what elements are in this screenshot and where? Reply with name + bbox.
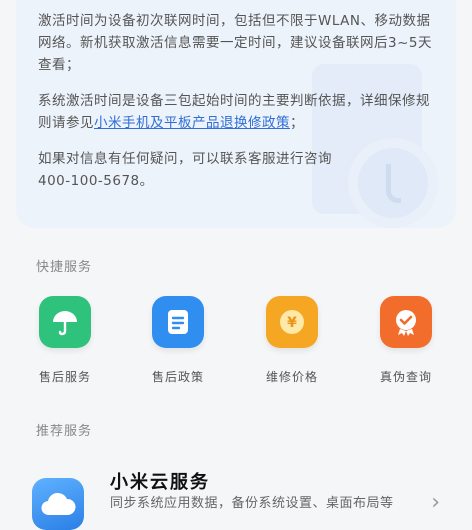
quick-services-row: 售后服务 售后政策 ¥ 维修价格 真伪查询 (0, 296, 472, 386)
svg-text:¥: ¥ (287, 315, 297, 331)
return-policy-link[interactable]: 小米手机及平板产品退换修政策 (94, 115, 290, 131)
document-icon (152, 296, 204, 348)
xiaomi-cloud-item[interactable]: 小米云服务 同步系统应用数据，备份系统设置、桌面布局等 › (16, 450, 456, 530)
xiaomi-cloud-title: 小米云服务 (110, 472, 210, 493)
recommended-services-title: 推荐服务 (36, 424, 93, 439)
after-sales-policy-label: 售后政策 (151, 370, 204, 384)
repair-price-label: 维修价格 (265, 370, 318, 384)
xiaomi-cloud-description: 同步系统应用数据，备份系统设置、桌面布局等 (110, 496, 394, 511)
activation-info-text: 激活时间为设备初次联网时间，包括但不限于WLAN、移动数据网络。新机获取激活信息… (38, 13, 432, 73)
umbrella-icon (39, 296, 91, 348)
repair-price-button[interactable]: ¥ 维修价格 (247, 296, 337, 385)
warranty-info-suffix: ； (290, 115, 304, 131)
warranty-info-text: 系统激活时间是设备三包起始时间的主要判断依据，详细保修规则请参见小米手机及平板产… (38, 90, 434, 134)
contact-info-text: 如果对信息有任何疑问，可以联系客服进行咨询 400-100-5678。 (38, 148, 434, 192)
chevron-right-icon: › (431, 490, 440, 515)
activation-info-card: 激活时间为设备初次联网时间，包括但不限于WLAN、移动数据网络。新机获取激活信息… (16, 0, 456, 228)
authenticity-check-button[interactable]: 真伪查询 (361, 296, 451, 385)
yen-coin-icon: ¥ (266, 296, 318, 348)
authenticity-check-label: 真伪查询 (379, 370, 432, 384)
hotline-number: 400-100-5678。 (38, 173, 154, 189)
after-sales-service-button[interactable]: 售后服务 (20, 296, 110, 385)
cloud-icon (32, 478, 84, 530)
after-sales-policy-button[interactable]: 售后政策 (133, 296, 223, 385)
contact-info-line: 如果对信息有任何疑问，可以联系客服进行咨询 (38, 151, 332, 167)
after-sales-service-label: 售后服务 (38, 370, 91, 384)
quick-services-title: 快捷服务 (36, 260, 93, 275)
badge-check-icon (380, 296, 432, 348)
